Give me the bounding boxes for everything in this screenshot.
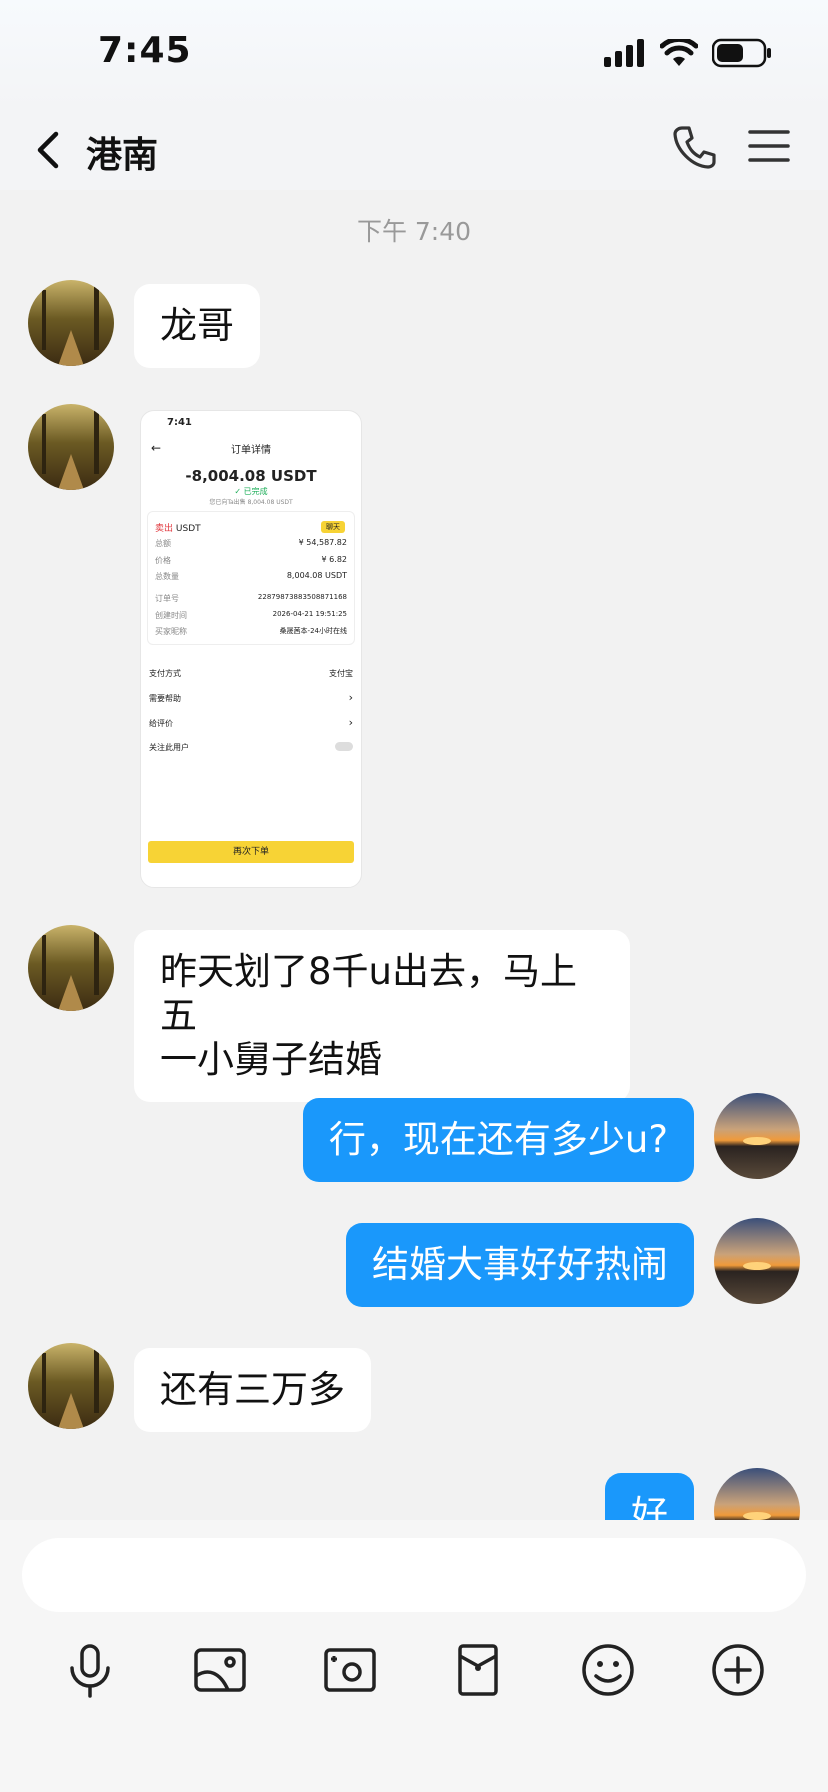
shot-list-value: › xyxy=(348,691,353,704)
battery-icon xyxy=(712,38,771,68)
my-avatar[interactable] xyxy=(714,1468,800,1520)
input-area xyxy=(0,1520,828,1792)
plus-icon[interactable] xyxy=(706,1638,770,1702)
message-bubble-incoming[interactable]: 还有三万多 xyxy=(134,1348,371,1432)
shot-order-value: 2287987388350887116​8 xyxy=(257,593,347,601)
shot-order-value: 2026-04-21 19:51:25 xyxy=(272,610,347,618)
shot-list-label: 给评价 xyxy=(149,719,173,728)
phone-icon[interactable] xyxy=(672,124,716,170)
chat-area: 下午 7:40 龙哥 7:41 ← 订单详情 -8,004.08 USDT ✓ … xyxy=(0,190,828,1520)
shot-sub-note: 您已向Ta出售 8,004.08 USDT xyxy=(209,499,293,506)
image-icon[interactable] xyxy=(188,1638,252,1702)
camera-icon[interactable] xyxy=(318,1638,382,1702)
message-bubble-incoming[interactable]: 龙哥 xyxy=(134,284,260,368)
shared-screenshot-image[interactable]: 7:41 ← 订单详情 -8,004.08 USDT ✓ 已完成 您已向Ta出售… xyxy=(140,410,362,888)
shot-sell-label: 卖出 xyxy=(155,524,174,534)
message-bubble-outgoing[interactable]: 结婚大事好好热闹 xyxy=(346,1223,694,1307)
shot-chat-tag: 聊天 xyxy=(321,521,345,533)
shot-list-label: 需要帮助 xyxy=(149,694,181,703)
shot-status-text: 已完成 xyxy=(243,487,268,496)
shot-row-label: 价格 xyxy=(155,556,171,565)
shot-status-time: 7:41 xyxy=(167,417,192,428)
message-bubble-incoming[interactable]: 昨天划了8千u出去，马上五 一小舅子结婚 xyxy=(134,930,630,1102)
back-icon[interactable] xyxy=(30,126,70,174)
status-icons xyxy=(604,38,772,68)
my-avatar[interactable] xyxy=(714,1218,800,1304)
shot-sell-asset: USDT xyxy=(175,524,201,534)
message-line: 昨天划了8千u出去，马上五 xyxy=(160,950,577,1037)
shot-sell-row: 卖出 USDT xyxy=(155,521,201,534)
shot-order-label: 买家昵称 xyxy=(155,627,187,636)
shot-row-label: 总数量 xyxy=(155,572,179,581)
signal-icon xyxy=(604,39,644,67)
shot-row-value: 8,004.08 USDT xyxy=(286,571,347,580)
microphone-icon[interactable] xyxy=(58,1638,122,1702)
shot-follow-toggle xyxy=(335,742,353,751)
shot-page-title: 订单详情 xyxy=(231,445,271,456)
shot-list-value: 支付宝 xyxy=(329,669,353,678)
shot-status: ✓ 已完成 xyxy=(234,487,268,496)
shot-row-value: ¥ 6.82 xyxy=(321,555,347,564)
nav-bar: 港南 xyxy=(0,110,828,190)
message-bubble-outgoing[interactable]: 行，现在还有多少u? xyxy=(302,1098,694,1182)
contact-avatar[interactable] xyxy=(28,404,114,490)
wifi-icon xyxy=(660,39,698,66)
chat-title: 港南 xyxy=(86,135,159,176)
emoji-icon[interactable] xyxy=(576,1638,640,1702)
menu-icon[interactable] xyxy=(748,126,790,168)
shot-amount: -8,004.08 USDT xyxy=(185,467,317,485)
status-bar: 7:45 xyxy=(0,0,828,110)
shot-list-label: 支付方式 xyxy=(149,669,181,678)
my-avatar[interactable] xyxy=(714,1093,800,1179)
shot-order-label: 创建时间 xyxy=(155,611,187,620)
contact-avatar[interactable] xyxy=(28,280,114,366)
shot-reorder-button: 再次下单 xyxy=(148,841,354,863)
message-line: 一小舅子结婚 xyxy=(160,1038,382,1081)
contact-avatar[interactable] xyxy=(28,1343,114,1429)
shot-order-label: 订单号 xyxy=(155,594,179,603)
time-divider: 下午 7:40 xyxy=(356,217,472,246)
message-input[interactable] xyxy=(22,1538,806,1612)
shot-row-label: 总额 xyxy=(155,539,171,548)
shot-list-value: › xyxy=(348,716,353,729)
message-bubble-outgoing[interactable]: 好 xyxy=(605,1473,694,1520)
shot-list-label: 关注此用户 xyxy=(149,743,189,752)
red-packet-icon[interactable] xyxy=(446,1638,510,1702)
shot-order-value: 桑晟茜本-24小时在线 xyxy=(279,627,347,635)
shot-row-value: ¥ 54,587.82 xyxy=(298,538,347,547)
status-time: 7:45 xyxy=(98,30,192,71)
contact-avatar[interactable] xyxy=(28,925,114,1011)
